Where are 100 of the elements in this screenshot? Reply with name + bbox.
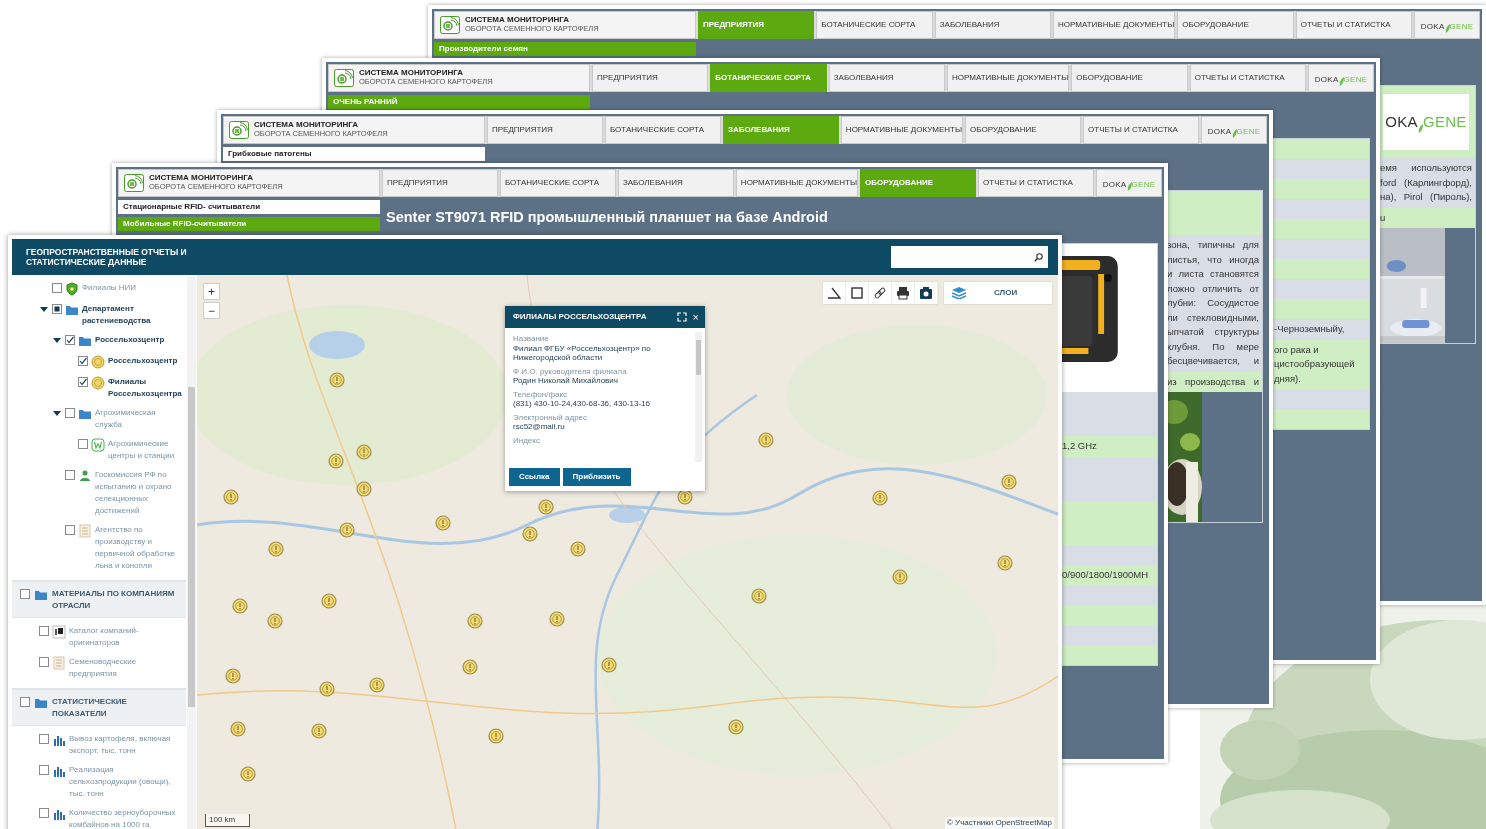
map-marker-icon[interactable] — [339, 522, 355, 538]
map-marker-icon[interactable] — [267, 613, 283, 629]
zoom-out-button[interactable]: − — [203, 302, 220, 319]
map-marker-icon[interactable] — [240, 766, 256, 782]
scrollbar[interactable] — [187, 277, 196, 829]
checkbox[interactable] — [78, 356, 88, 366]
layer-label[interactable]: Департамент растениеводства — [82, 303, 180, 327]
checkbox[interactable] — [39, 626, 49, 636]
map-marker-icon[interactable] — [758, 432, 774, 448]
nav-tab[interactable]: ЗАБОЛЕВАНИЯ — [617, 169, 734, 197]
map-marker-icon[interactable] — [522, 526, 538, 542]
map-marker-icon[interactable] — [356, 444, 372, 460]
nav-tab[interactable]: НОРМАТИВНЫЕ ДОКУМЕНТЫ — [840, 116, 964, 144]
tool-button[interactable] — [823, 282, 846, 304]
checkbox[interactable] — [39, 657, 49, 667]
tool-button[interactable] — [915, 282, 938, 304]
expand-icon[interactable] — [676, 312, 687, 322]
nav-tab[interactable]: НОРМАТИВНЫЕ ДОКУМЕНТЫ — [735, 169, 859, 197]
map-marker-icon[interactable] — [223, 489, 239, 505]
section-header[interactable]: СТАТИСТИЧЕСКИЕ ПОКАЗАТЕЛИ — [12, 688, 186, 726]
nav-tab[interactable]: БОТАНИЧЕСКИЕ СОРТА — [499, 169, 616, 197]
caret-icon[interactable] — [52, 336, 62, 344]
link-button[interactable]: Ссылка — [509, 468, 560, 486]
map-marker-icon[interactable] — [268, 541, 284, 557]
map-marker-icon[interactable] — [997, 555, 1013, 571]
map-marker-icon[interactable] — [467, 613, 483, 629]
search-icon[interactable] — [1034, 252, 1043, 262]
caret-icon[interactable] — [39, 305, 49, 313]
nav-tab[interactable]: ЗАБОЛЕВАНИЯ — [828, 64, 946, 92]
checkbox[interactable] — [78, 439, 88, 449]
search-field[interactable] — [891, 246, 1048, 268]
map-marker-icon[interactable] — [462, 659, 478, 675]
checkbox[interactable] — [78, 377, 88, 387]
checkbox[interactable] — [39, 808, 49, 818]
map-marker-icon[interactable] — [892, 569, 908, 585]
map-marker-icon[interactable] — [329, 372, 345, 388]
zoom-button[interactable]: Приблизить — [562, 468, 631, 486]
checkbox[interactable] — [65, 525, 75, 535]
map-marker-icon[interactable] — [232, 598, 248, 614]
nav-tab[interactable]: ОБОРУДОВАНИЕ — [965, 116, 1082, 144]
checkbox[interactable] — [65, 335, 75, 345]
nav-tab[interactable]: ОТЧЕТЫ И СТАТИСТКА — [1083, 116, 1199, 144]
nav-tab[interactable]: БОТАНИЧЕСКИЕ СОРТА — [604, 116, 721, 144]
app-title: СИСТЕМА МОНИТОРИНГА — [465, 16, 570, 26]
nav-tab[interactable]: ОБОРУДОВАНИЕ — [1177, 11, 1294, 39]
attribution-text[interactable]: © Участники OpenStreetMap — [944, 817, 1054, 829]
tool-button[interactable] — [869, 282, 892, 304]
scrollbar[interactable] — [695, 332, 702, 462]
map-marker-icon[interactable] — [435, 515, 451, 531]
side-menu-item[interactable]: Стационарные RFID- считыватели — [118, 200, 380, 214]
checkbox[interactable] — [39, 765, 49, 775]
section-header[interactable]: МАТЕРИАЛЫ ПО КОМПАНИЯМ ОТРАСЛИ — [12, 580, 186, 618]
checkbox[interactable] — [65, 408, 75, 418]
map-marker-icon[interactable] — [369, 677, 385, 693]
nav-tab[interactable]: ОТЧЕТЫ И СТАТИСТКА — [1295, 11, 1413, 39]
caret-icon[interactable] — [52, 409, 62, 417]
tool-button[interactable] — [892, 282, 915, 304]
map-marker-icon[interactable] — [328, 453, 344, 469]
layer-label[interactable]: Филиалы Россельхозцентра — [108, 376, 182, 400]
scrollbar-thumb[interactable] — [188, 387, 195, 707]
map-marker-icon[interactable] — [311, 723, 327, 739]
close-button[interactable]: × — [692, 311, 699, 323]
map-marker-icon[interactable] — [570, 541, 586, 557]
field-value: Филиал ФГБУ «Россельхозцентр» по Нижегородской области — [513, 343, 652, 363]
nav-tab[interactable]: ЗАБОЛЕВАНИЯ — [934, 11, 1052, 39]
map-marker-icon[interactable] — [321, 593, 337, 609]
layers-button[interactable]: СЛОИ — [944, 282, 1052, 304]
nav-tab[interactable]: ОБОРУДОВАНИЕ — [1071, 64, 1188, 92]
nav-tab[interactable]: ПРЕДПРИЯТИЯ — [487, 116, 603, 144]
map-marker-icon[interactable] — [488, 728, 504, 744]
checkbox[interactable] — [52, 283, 62, 293]
map-marker-icon[interactable] — [728, 719, 744, 735]
checkbox[interactable] — [20, 589, 30, 599]
map-marker-icon[interactable] — [872, 490, 888, 506]
map-marker-icon[interactable] — [538, 499, 554, 515]
nav-tab[interactable]: БОТАНИЧЕСКИЕ СОРТА — [816, 11, 933, 39]
nav-tab[interactable]: ПРЕДПРИЯТИЯ — [382, 169, 498, 197]
nav-tab[interactable]: ПРЕДПРИЯТИЯ — [592, 64, 709, 92]
map-marker-icon[interactable] — [751, 588, 767, 604]
nav-tab[interactable]: НОРМАТИВНЫЕ ДОКУМЕНТЫ — [947, 64, 1070, 92]
nav-tab[interactable]: ОТЧЕТЫ И СТАТИСТКА — [978, 169, 1094, 197]
nav-tab[interactable]: ОТЧЕТЫ И СТАТИСТКА — [1189, 64, 1307, 92]
nav-tab[interactable]: НОРМАТИВНЫЕ ДОКУМЕНТЫ — [1053, 11, 1176, 39]
map-marker-icon[interactable] — [1001, 474, 1017, 490]
map-marker-icon[interactable] — [230, 721, 246, 737]
layer-label[interactable]: Россельхозцентр — [108, 355, 178, 367]
side-menu-item[interactable]: Грибковые патогены — [223, 147, 485, 161]
checkbox[interactable] — [20, 697, 30, 707]
checkbox[interactable] — [39, 734, 49, 744]
map-marker-icon[interactable] — [549, 611, 565, 627]
zoom-in-button[interactable]: + — [203, 283, 220, 300]
layer-label[interactable]: Россельхозцентр — [95, 334, 165, 346]
checkbox[interactable] — [65, 470, 75, 480]
map-marker-icon[interactable] — [356, 481, 372, 497]
field-value: rsc52@mail.ru — [513, 422, 566, 432]
map-marker-icon[interactable] — [225, 668, 241, 684]
map-marker-icon[interactable] — [319, 681, 335, 697]
scrollbar-thumb[interactable] — [696, 340, 701, 375]
checkbox[interactable] — [52, 304, 62, 314]
map-marker-icon[interactable] — [601, 657, 617, 673]
